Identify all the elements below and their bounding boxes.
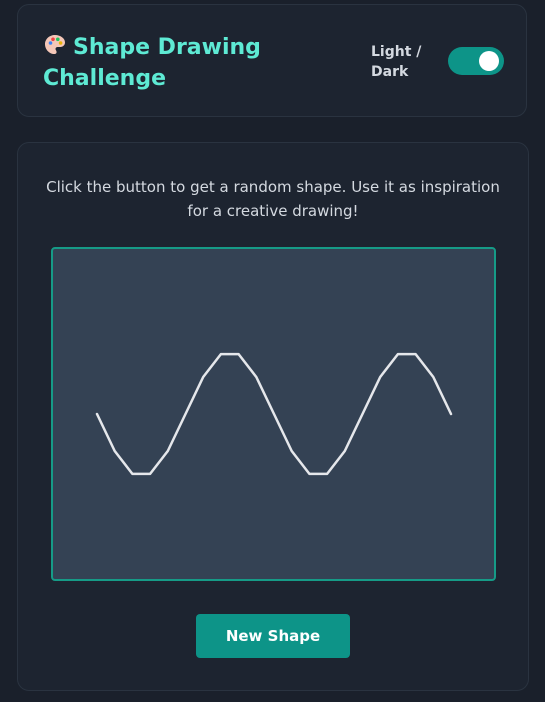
- drawing-card: Click the button to get a random shape. …: [17, 142, 529, 691]
- random-shape: [95, 352, 453, 476]
- page-title: Shape Drawing Challenge: [43, 32, 313, 94]
- theme-toggle[interactable]: [448, 47, 504, 75]
- new-shape-button[interactable]: New Shape: [196, 614, 350, 658]
- sine-wave-shape: [95, 352, 453, 476]
- palette-icon: [45, 35, 65, 54]
- toggle-knob[interactable]: [479, 51, 499, 71]
- page-title-text: Shape Drawing Challenge: [43, 35, 261, 91]
- shape-canvas[interactable]: [51, 247, 496, 581]
- header-card: Shape Drawing Challenge Light / Dark: [17, 4, 527, 117]
- theme-toggle-label: Light / Dark: [371, 44, 422, 80]
- instruction-text: Click the button to get a random shape. …: [46, 178, 500, 220]
